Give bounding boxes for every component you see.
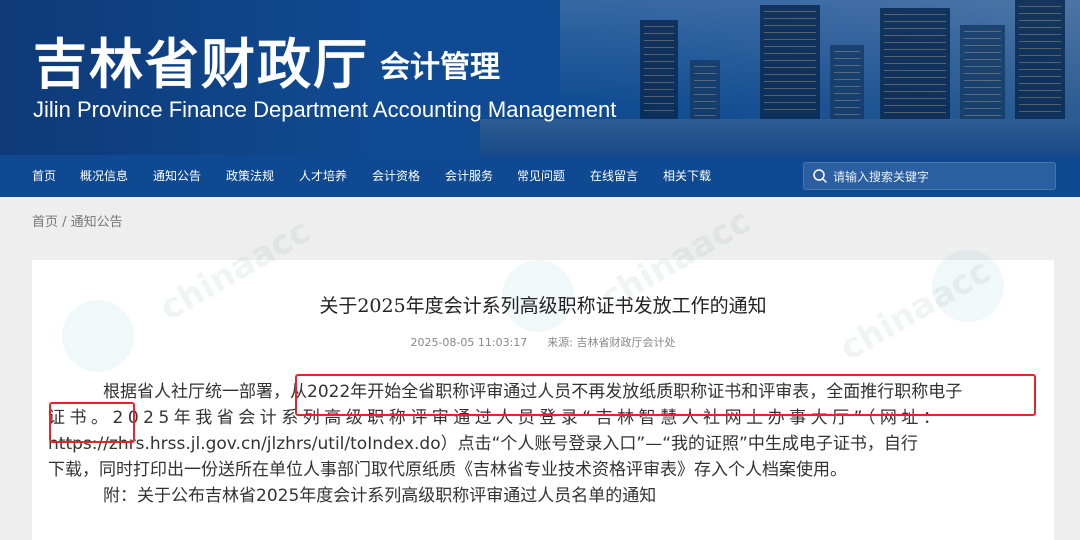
breadcrumb-current[interactable]: 通知公告 <box>71 215 123 230</box>
header-banner: 吉林省财政厅 会计管理 Jilin Province Finance Depar… <box>0 0 1080 155</box>
paragraph-line: https://zhrs.hrss.jl.gov.cn/jlzhrs/util/… <box>48 434 918 454</box>
nav-item-overview[interactable]: 概况信息 <box>80 155 128 197</box>
article-source: 吉林省财政厅会计处 <box>576 336 676 349</box>
nav-item-policies[interactable]: 政策法规 <box>226 155 274 197</box>
breadcrumb: 首页 / 通知公告 <box>32 211 123 230</box>
site-title-english: Jilin Province Finance Department Accoun… <box>33 97 617 122</box>
nav-item-qualification[interactable]: 会计资格 <box>372 155 420 197</box>
article-card: chinaacc chinaacc chinaacc 关于2025年度会计系列高… <box>32 201 1054 540</box>
site-title: 吉林省财政厅 <box>33 33 369 96</box>
article-source-label: 来源: <box>547 336 574 349</box>
article-date: 2025-08-05 11:03:17 <box>410 336 528 349</box>
nav-item-services[interactable]: 会计服务 <box>445 155 493 197</box>
article-meta: 2025-08-05 11:03:17 来源: 吉林省财政厅会计处 <box>32 334 1054 350</box>
site-subtitle: 会计管理 <box>380 50 500 85</box>
nav-item-downloads[interactable]: 相关下载 <box>663 155 711 197</box>
search-icon[interactable] <box>812 168 828 184</box>
nav-item-faq[interactable]: 常见问题 <box>517 155 565 197</box>
water-reflection <box>480 119 1080 155</box>
paragraph-line: 根据省人社厅统一部署，从2022年开始全省职称评审通过人员不再发放纸质职称证书和… <box>103 382 963 402</box>
nav-item-message[interactable]: 在线留言 <box>590 155 638 197</box>
article-body: 根据省人社厅统一部署，从2022年开始全省职称评审通过人员不再发放纸质职称证书和… <box>48 379 1038 509</box>
search-input[interactable] <box>831 163 1050 191</box>
main-nav: 首页 概况信息 通知公告 政策法规 人才培养 会计资格 会计服务 常见问题 在线… <box>0 155 1080 197</box>
article-title: 关于2025年度会计系列高级职称证书发放工作的通知 <box>319 295 767 317</box>
nav-item-training[interactable]: 人才培养 <box>299 155 347 197</box>
nav-item-notices[interactable]: 通知公告 <box>153 155 201 197</box>
attachment-link[interactable]: 附：关于公布吉林省2025年度会计系列高级职称评审通过人员名单的通知 <box>48 483 1038 509</box>
breadcrumb-separator: / <box>58 215 71 230</box>
search-box[interactable] <box>803 162 1056 191</box>
nav-item-home[interactable]: 首页 <box>32 155 56 197</box>
paragraph-line: 证书。2025年我省会计系列高级职称评审通过人员登录“吉林智慧人社网上办事大厅”… <box>48 408 945 428</box>
breadcrumb-home[interactable]: 首页 <box>32 215 58 230</box>
paragraph-line: 下载，同时打印出一份送所在单位人事部门取代原纸质《吉林省专业技术资格评审表》存入… <box>48 460 847 480</box>
